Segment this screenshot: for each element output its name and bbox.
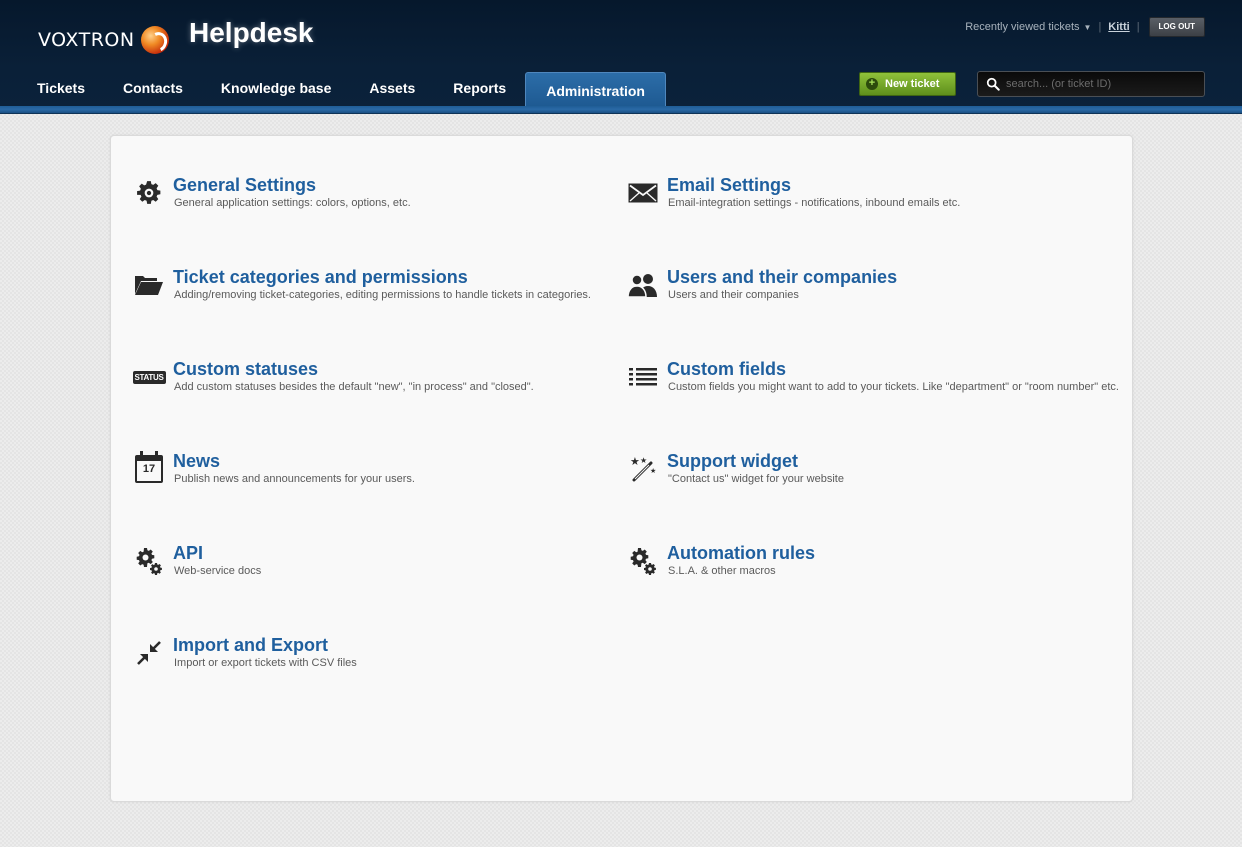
folder-icon bbox=[133, 270, 165, 300]
admin-item-import-export: Import and Export Import or export ticke… bbox=[133, 635, 623, 688]
main-nav: Tickets Contacts Knowledge base Assets R… bbox=[18, 72, 666, 106]
search-icon bbox=[986, 77, 1000, 91]
new-ticket-button[interactable]: + New ticket bbox=[859, 72, 956, 96]
admin-title-email-settings[interactable]: Email Settings bbox=[667, 175, 791, 196]
admin-item-users-companies: Users and their companies Users and thei… bbox=[627, 267, 1117, 320]
admin-desc-automation-rules: S.L.A. & other macros bbox=[668, 565, 776, 577]
admin-title-general-settings[interactable]: General Settings bbox=[173, 175, 316, 196]
gears-icon bbox=[627, 546, 659, 576]
admin-desc-custom-statuses: Add custom statuses besides the default … bbox=[174, 381, 534, 393]
nav-tab-assets[interactable]: Assets bbox=[350, 72, 434, 106]
gear-icon bbox=[133, 178, 165, 208]
status-icon-label: STATUS bbox=[132, 370, 166, 384]
user-toolbar: Recently viewed tickets ▼ | Kitti | LOG O… bbox=[965, 17, 1205, 37]
admin-item-email-settings: Email Settings Email-integration setting… bbox=[627, 175, 1117, 228]
calendar-day: 17 bbox=[142, 463, 156, 475]
admin-desc-ticket-categories: Adding/removing ticket-categories, editi… bbox=[174, 289, 591, 301]
recently-viewed-label: Recently viewed tickets bbox=[965, 21, 1080, 33]
app-title: Helpdesk bbox=[189, 17, 314, 48]
admin-title-custom-statuses[interactable]: Custom statuses bbox=[173, 359, 318, 380]
search-input[interactable] bbox=[1006, 78, 1196, 90]
admin-desc-import-export: Import or export tickets with CSV files bbox=[174, 657, 357, 669]
admin-title-automation-rules[interactable]: Automation rules bbox=[667, 543, 815, 564]
new-ticket-label: New ticket bbox=[885, 78, 940, 90]
admin-item-support-widget: ★ ★ ★ Support widget "Contact us" widget… bbox=[627, 451, 1117, 504]
search-box[interactable] bbox=[977, 71, 1205, 97]
admin-desc-email-settings: Email-integration settings - notificatio… bbox=[668, 197, 961, 209]
separator: | bbox=[1098, 21, 1102, 33]
list-icon bbox=[627, 362, 659, 392]
gears-icon bbox=[133, 546, 165, 576]
status-icon: STATUS bbox=[132, 362, 166, 392]
administration-panel: General Settings General application set… bbox=[110, 135, 1133, 802]
admin-desc-general-settings: General application settings: colors, op… bbox=[174, 197, 411, 209]
nav-tab-tickets[interactable]: Tickets bbox=[18, 72, 104, 106]
caret-down-icon: ▼ bbox=[1083, 23, 1092, 32]
nav-tab-administration[interactable]: Administration bbox=[525, 72, 666, 106]
voxtron-logo[interactable]: VOXTRON bbox=[38, 26, 169, 54]
admin-item-custom-fields: Custom fields Custom fields you might wa… bbox=[627, 359, 1119, 412]
nav-tab-knowledge-base[interactable]: Knowledge base bbox=[202, 72, 350, 106]
admin-title-support-widget[interactable]: Support widget bbox=[667, 451, 798, 472]
admin-desc-custom-fields: Custom fields you might want to add to y… bbox=[668, 381, 1119, 393]
svg-text:★: ★ bbox=[650, 467, 656, 475]
logo-ball-icon bbox=[140, 26, 169, 54]
separator: | bbox=[1136, 21, 1140, 33]
admin-title-users-companies[interactable]: Users and their companies bbox=[667, 267, 897, 288]
admin-desc-users-companies: Users and their companies bbox=[668, 289, 799, 301]
svg-text:★: ★ bbox=[630, 456, 640, 468]
nav-tab-contacts[interactable]: Contacts bbox=[104, 72, 202, 106]
admin-title-custom-fields[interactable]: Custom fields bbox=[667, 359, 786, 380]
plus-icon: + bbox=[866, 78, 878, 90]
admin-title-ticket-categories[interactable]: Ticket categories and permissions bbox=[173, 267, 468, 288]
admin-title-api[interactable]: API bbox=[173, 543, 203, 564]
envelope-icon bbox=[627, 178, 659, 208]
admin-item-general-settings: General Settings General application set… bbox=[133, 175, 623, 228]
admin-desc-news: Publish news and announcements for your … bbox=[174, 473, 415, 485]
admin-item-ticket-categories: Ticket categories and permissions Adding… bbox=[133, 267, 623, 320]
admin-item-news: 17 News Publish news and announcements f… bbox=[133, 451, 623, 504]
admin-desc-support-widget: "Contact us" widget for your website bbox=[668, 473, 844, 485]
admin-desc-api: Web-service docs bbox=[174, 565, 262, 577]
top-header: VOXTRON Helpdesk Recently viewed tickets… bbox=[0, 0, 1242, 114]
calendar-icon: 17 bbox=[133, 451, 165, 484]
nav-underline-bar bbox=[0, 106, 1242, 114]
admin-title-news[interactable]: News bbox=[173, 451, 220, 472]
admin-item-custom-statuses: STATUS Custom statuses Add custom status… bbox=[132, 359, 623, 412]
admin-item-automation-rules: Automation rules S.L.A. & other macros bbox=[627, 543, 1117, 596]
recently-viewed-dropdown[interactable]: Recently viewed tickets ▼ bbox=[965, 21, 1091, 33]
compress-arrows-icon bbox=[133, 638, 165, 668]
username-link[interactable]: Kitti bbox=[1108, 21, 1129, 33]
logout-button[interactable]: LOG OUT bbox=[1148, 17, 1205, 37]
admin-title-import-export[interactable]: Import and Export bbox=[173, 635, 328, 656]
admin-item-api: API Web-service docs bbox=[133, 543, 623, 596]
logo-text: VOXTRON bbox=[38, 29, 135, 51]
magic-wand-icon: ★ ★ ★ bbox=[627, 454, 659, 484]
nav-tab-reports[interactable]: Reports bbox=[434, 72, 525, 106]
svg-text:★: ★ bbox=[640, 456, 647, 465]
users-icon bbox=[627, 270, 659, 300]
